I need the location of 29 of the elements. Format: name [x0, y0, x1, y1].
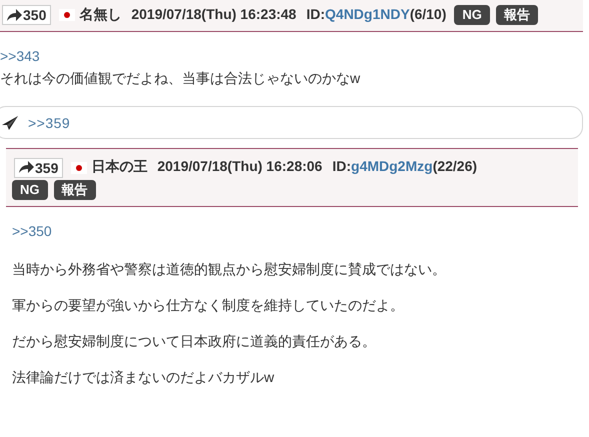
flag-icon [71, 162, 88, 174]
post-number-button[interactable]: 350 [2, 5, 52, 26]
report-button[interactable]: 報告 [496, 5, 538, 26]
id-label: ID: [332, 158, 352, 174]
post-text: 軍からの要望が強いから仕方なく制度を維持していたのだよ。 [12, 296, 405, 315]
reply-input-field[interactable]: >>359 [0, 106, 583, 140]
poster-name: 日本の王 [91, 158, 148, 174]
post-text: だから慰安婦制度について日本政府に道義的責任がある。 [12, 332, 377, 351]
ng-button[interactable]: NG [454, 5, 490, 26]
reply-arrow-icon [6, 8, 22, 22]
report-button[interactable]: 報告 [54, 180, 96, 200]
ng-button[interactable]: NG [12, 180, 48, 200]
post-number-button[interactable]: 359 [14, 158, 64, 178]
post-count: (6/10) [410, 6, 446, 22]
post-date: 2019/07/18(Thu) 16:28:06 [157, 158, 322, 174]
poster-id-link[interactable]: g4MDg2Mzg [351, 158, 433, 174]
post-text: 当時から外務省や警察は道徳的観点から慰安婦制度に賛成ではない。 [12, 260, 447, 279]
reply-arrow-icon [18, 161, 34, 174]
post-count: (22/26) [432, 158, 478, 174]
poster-id-link[interactable]: Q4NDg1NDY [325, 6, 410, 22]
post-date: 2019/07/18(Thu) 16:23:48 [131, 6, 296, 22]
reply-anchor-link[interactable]: >>343 [0, 48, 583, 64]
id-label: ID: [306, 6, 326, 22]
post-text: 法律論だけでは済まないのだよバカザルw [12, 368, 276, 387]
paper-plane-icon [2, 116, 18, 130]
post-text: それは今の価値観でだよね、当事は合法じゃないのかなw [0, 70, 362, 88]
flag-icon [59, 9, 76, 22]
poster-name: 名無し [79, 6, 122, 22]
reply-anchor-link[interactable]: >>350 [12, 222, 578, 239]
